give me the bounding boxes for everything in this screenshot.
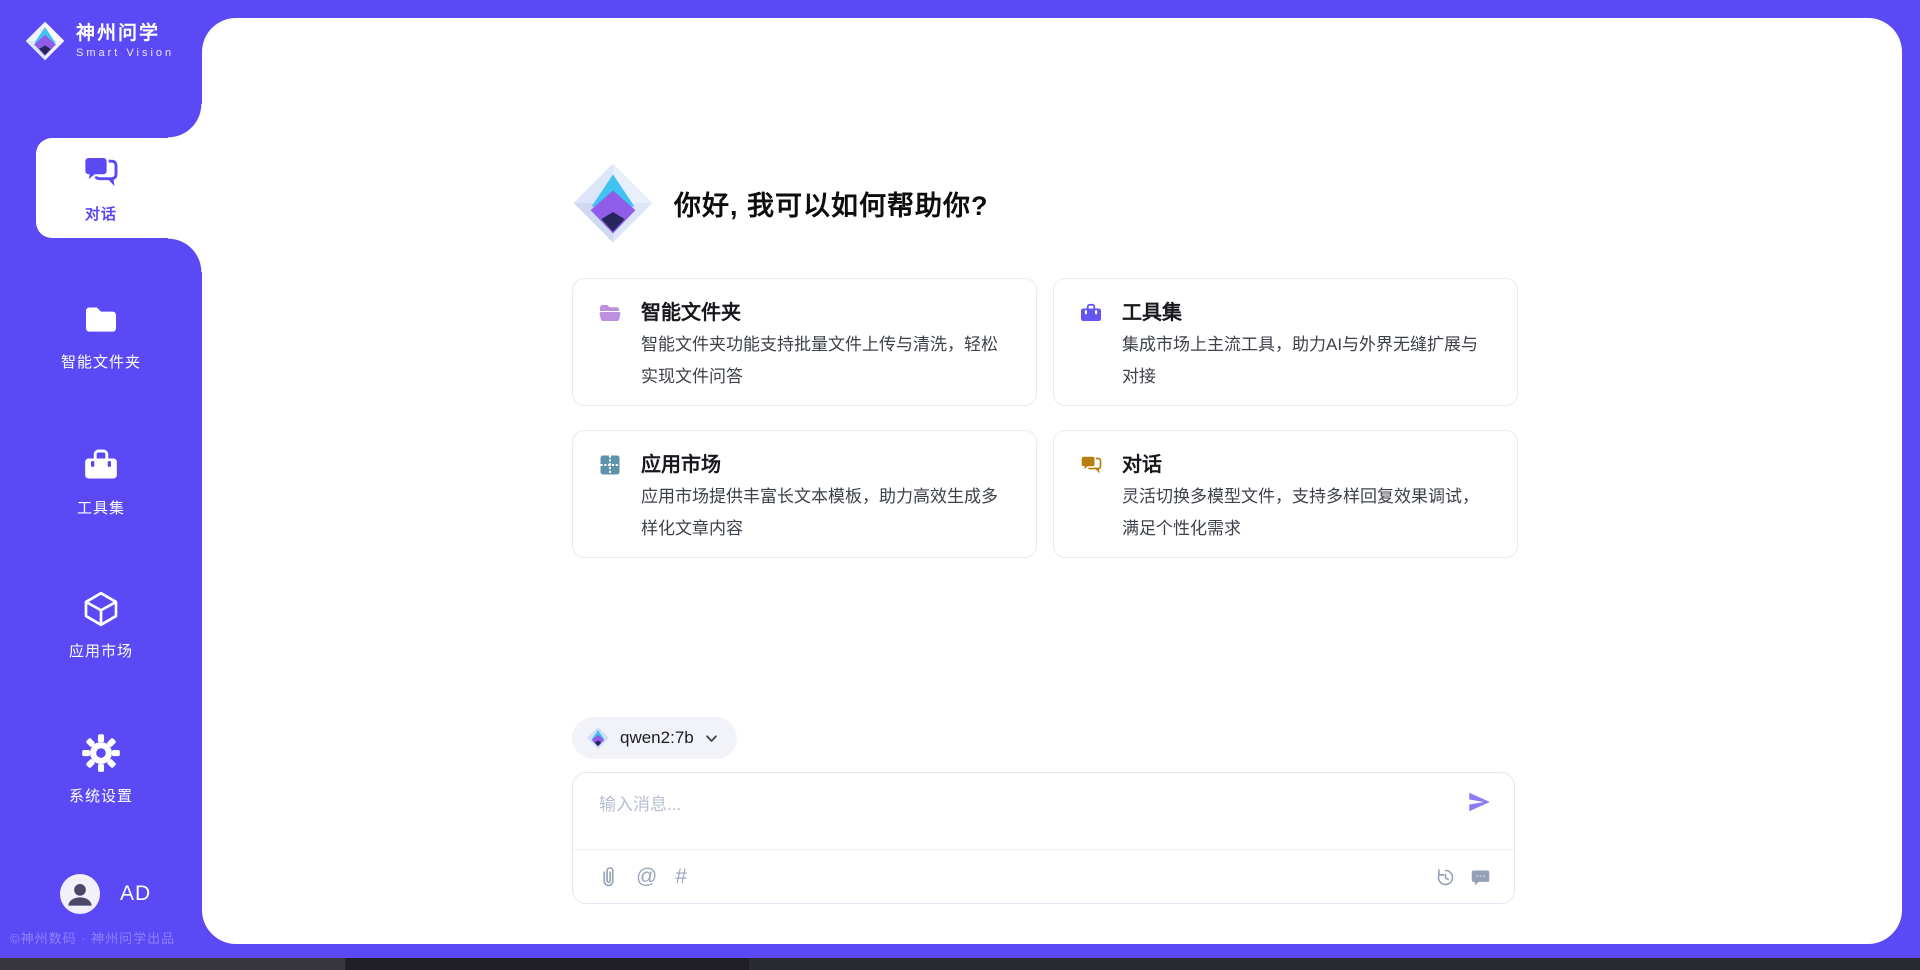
message-composer: @ # xyxy=(572,772,1515,904)
sidebar-item-label: 系统设置 xyxy=(0,785,202,806)
sidebar-item-label: 对话 xyxy=(0,203,202,224)
toolbox-icon xyxy=(1079,301,1103,325)
composer-divider xyxy=(573,849,1514,850)
card-title: 工具集 xyxy=(1122,299,1493,327)
composer-tools-left: @ # xyxy=(599,865,687,888)
composer-tools-right xyxy=(1435,867,1491,888)
brand-header: 神州问学 Smart Vision xyxy=(24,20,174,62)
model-diamond-icon xyxy=(586,726,610,750)
card-title: 对话 xyxy=(1122,451,1493,479)
sidebar-item-toolset[interactable]: 工具集 xyxy=(0,446,202,518)
brand-diamond-logo-large xyxy=(570,160,656,246)
sidebar-item-label: 应用市场 xyxy=(0,640,202,661)
feedback-bubble-icon[interactable] xyxy=(1470,867,1491,888)
hashtag-icon[interactable]: # xyxy=(675,866,687,888)
message-input[interactable] xyxy=(599,791,1439,819)
history-icon[interactable] xyxy=(1435,867,1456,888)
tab-fillet-bottom xyxy=(168,238,202,272)
avatar xyxy=(60,874,100,914)
sidebar-item-settings[interactable]: 系统设置 xyxy=(0,732,202,806)
card-title: 应用市场 xyxy=(641,451,1012,479)
gear-icon xyxy=(80,732,122,779)
sidebar-item-smart-folder[interactable]: 智能文件夹 xyxy=(0,300,202,372)
sidebar-item-label: 智能文件夹 xyxy=(0,351,202,372)
feature-cards: 智能文件夹 智能文件夹功能支持批量文件上传与清洗，轻松实现文件问答 工具集 集成… xyxy=(572,278,1518,558)
user-account[interactable]: AD xyxy=(60,874,151,914)
sidebar-item-label: 工具集 xyxy=(0,497,202,518)
chat-bubbles-icon xyxy=(1079,453,1103,477)
os-bottom-strip xyxy=(0,958,1920,970)
folder-open-icon xyxy=(598,301,622,325)
brand-diamond-logo xyxy=(24,20,66,62)
card-description: 集成市场上主流工具，助力AI与外界无缝扩展与对接 xyxy=(1122,329,1493,393)
card-smart-folder[interactable]: 智能文件夹 智能文件夹功能支持批量文件上传与清洗，轻松实现文件问答 xyxy=(572,278,1037,406)
main-panel: 你好, 我可以如何帮助你? 智能文件夹 智能文件夹功能支持批量文件上传与清洗，轻… xyxy=(202,18,1902,944)
card-description: 智能文件夹功能支持批量文件上传与清洗，轻松实现文件问答 xyxy=(641,329,1012,393)
tab-fillet-top xyxy=(168,104,202,138)
model-name: qwen2:7b xyxy=(620,728,694,748)
grid-icon xyxy=(598,453,622,477)
attachment-icon[interactable] xyxy=(599,865,618,888)
card-title: 智能文件夹 xyxy=(641,299,1012,327)
sidebar-item-app-market[interactable]: 应用市场 xyxy=(0,589,202,661)
sidebar-item-chat[interactable]: 对话 xyxy=(0,152,202,224)
folder-icon xyxy=(80,300,122,345)
greeting-block: 你好, 我可以如何帮助你? xyxy=(570,160,989,246)
card-app-market[interactable]: 应用市场 应用市场提供丰富长文本模板，助力高效生成多样化文章内容 xyxy=(572,430,1037,558)
chevron-down-icon xyxy=(704,731,719,746)
card-description: 灵活切换多模型文件，支持多样回复效果调试，满足个性化需求 xyxy=(1122,481,1493,545)
greeting-text: 你好, 我可以如何帮助你? xyxy=(674,184,989,223)
cube-icon xyxy=(81,589,121,634)
copyright-footer: ©神州数码 · 神州问学出品 xyxy=(10,928,230,947)
mention-icon[interactable]: @ xyxy=(636,866,657,888)
card-toolset[interactable]: 工具集 集成市场上主流工具，助力AI与外界无缝扩展与对接 xyxy=(1053,278,1518,406)
chat-icon xyxy=(81,152,121,197)
send-icon[interactable] xyxy=(1466,789,1492,815)
model-selector[interactable]: qwen2:7b xyxy=(572,717,737,759)
brand-name: 神州问学 xyxy=(76,23,174,45)
card-chat[interactable]: 对话 灵活切换多模型文件，支持多样回复效果调试，满足个性化需求 xyxy=(1053,430,1518,558)
toolbox-icon xyxy=(80,446,122,491)
user-initials: AD xyxy=(120,882,151,906)
card-description: 应用市场提供丰富长文本模板，助力高效生成多样化文章内容 xyxy=(641,481,1012,545)
brand-subtitle: Smart Vision xyxy=(76,47,174,60)
